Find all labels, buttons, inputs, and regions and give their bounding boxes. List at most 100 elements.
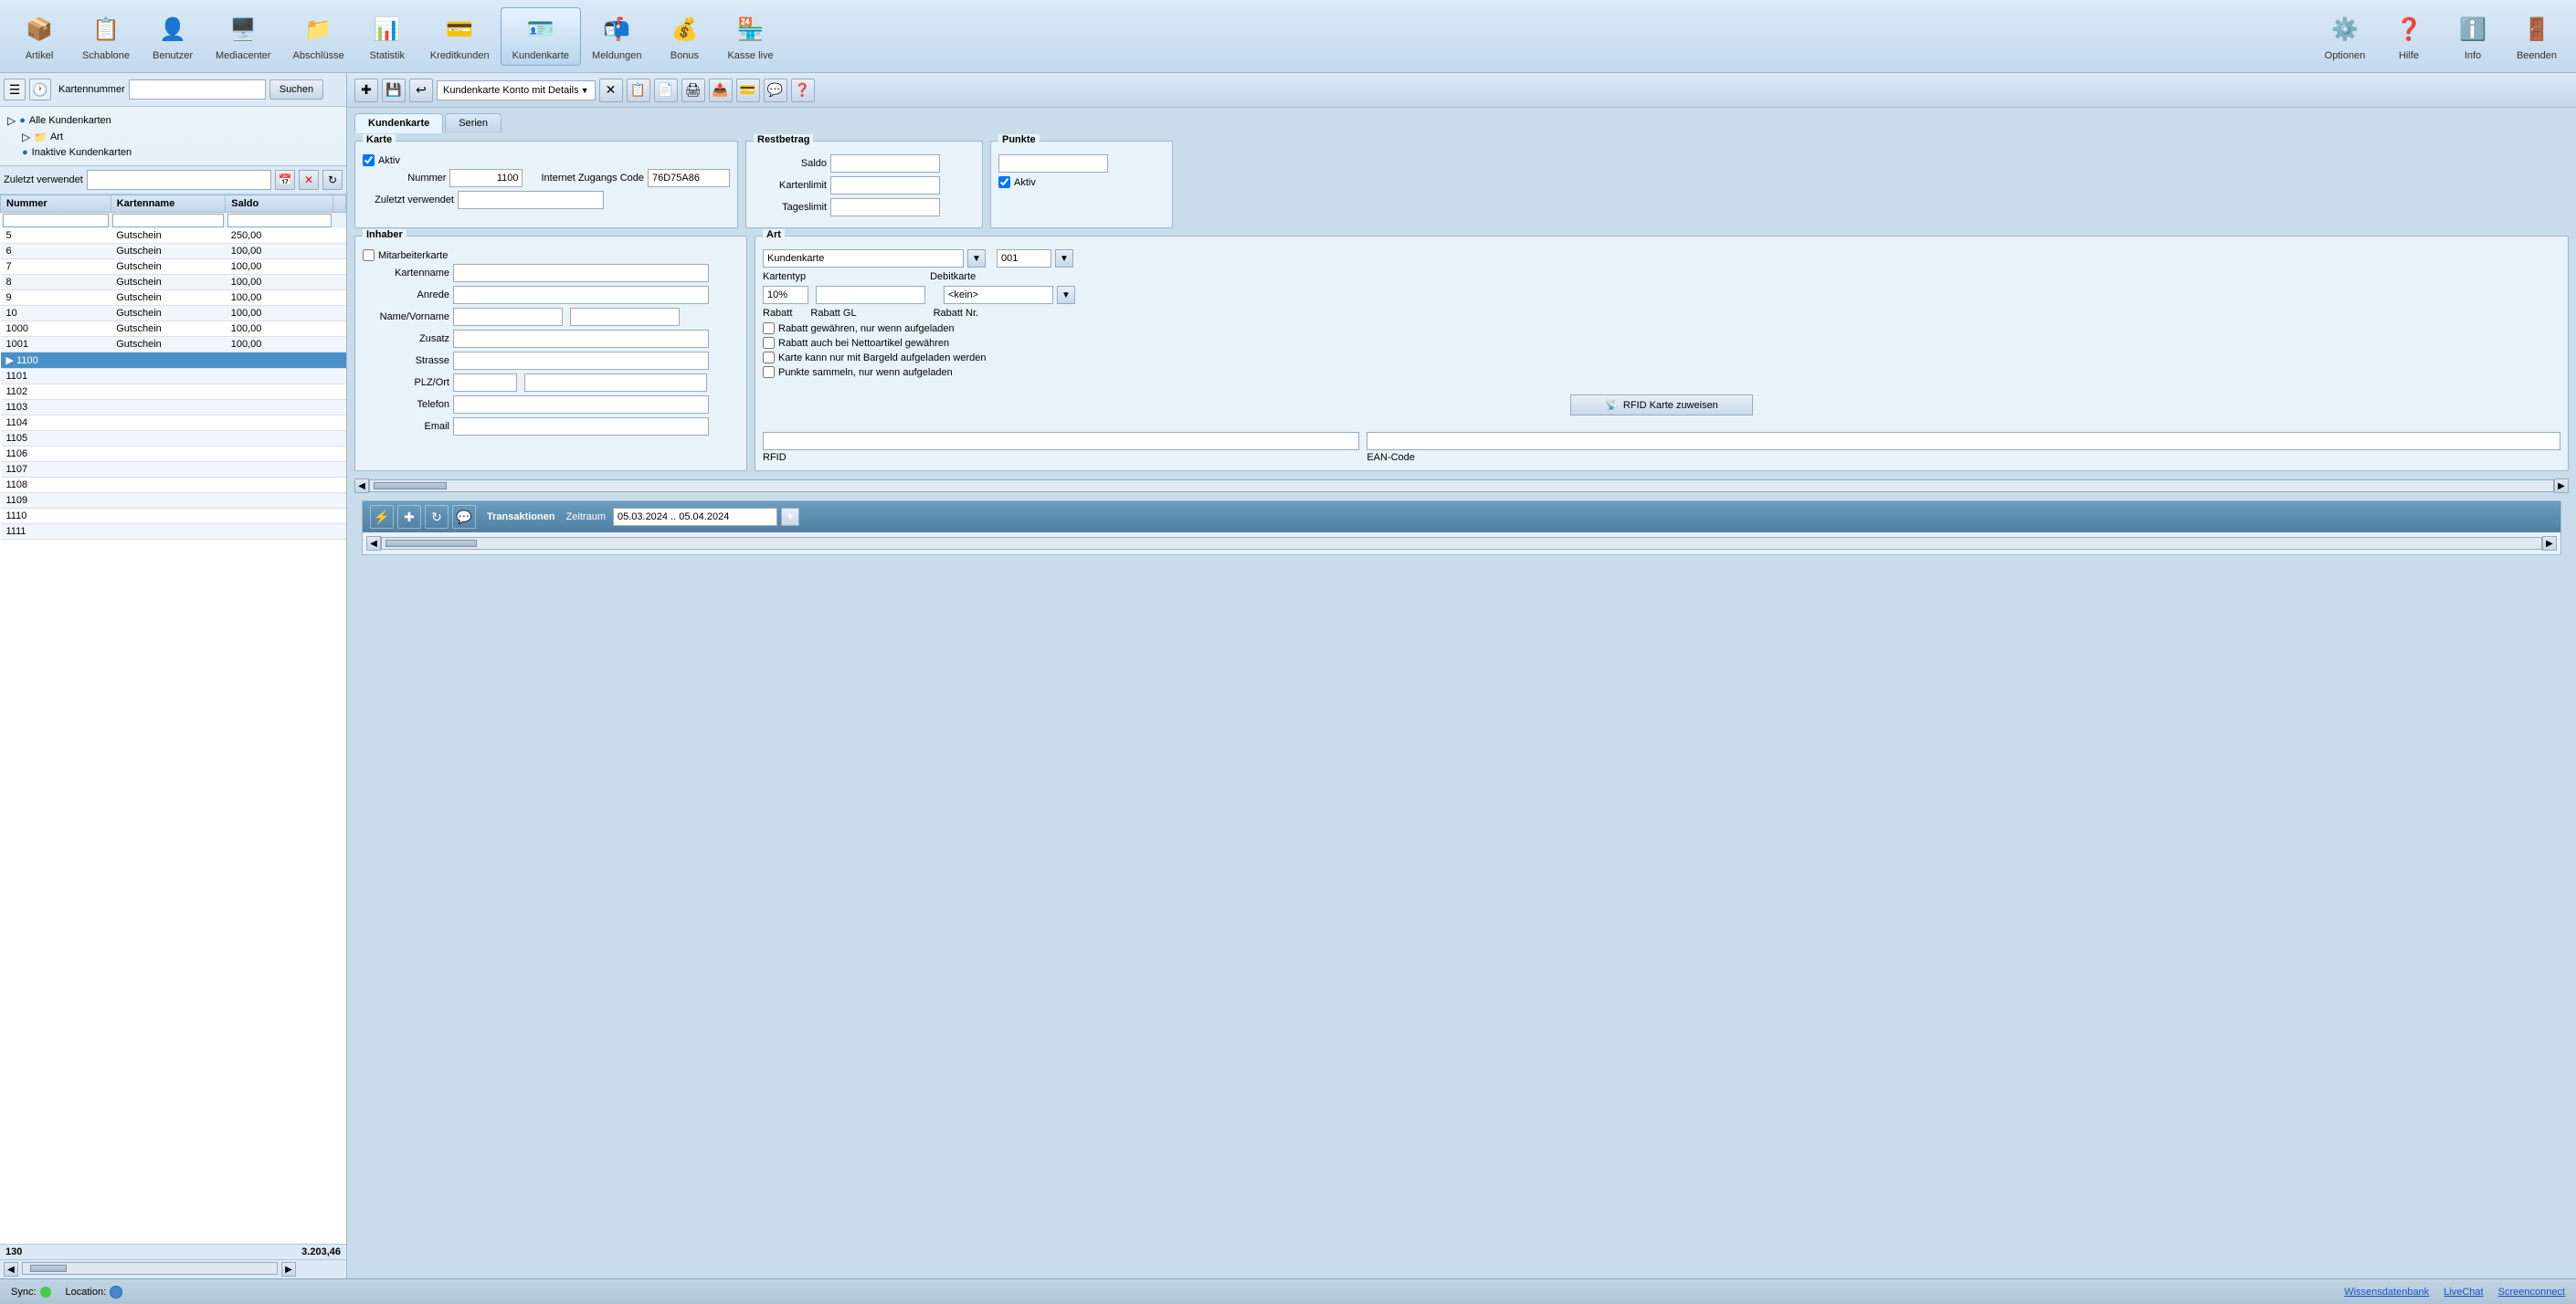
toolbar2-btn-help[interactable]: ❓ [791,79,815,102]
cb2-checkbox[interactable] [763,337,775,349]
toolbar2-btn-card[interactable]: 💳 [736,79,760,102]
table-row[interactable]: 1101 [1,369,346,384]
toolbar2-btn-x[interactable]: ✕ [599,79,623,102]
punkte-input[interactable] [998,154,1108,173]
cb1-checkbox[interactable] [763,322,775,334]
trans-scroll-right[interactable]: ▶ [2542,536,2557,551]
trans-add-button[interactable]: ✚ [397,505,421,529]
table-row[interactable]: 1105 [1,431,346,447]
anrede-input[interactable] [453,286,709,304]
internet-code-input[interactable] [648,169,730,187]
screenconnect-link[interactable]: Screenconnect [2498,1287,2565,1298]
toolbar-bonus[interactable]: 💰 Bonus [652,8,716,65]
plz-input[interactable] [453,373,517,392]
telefon-input[interactable] [453,395,709,414]
vorname-input[interactable] [570,308,680,326]
kundenkarte-dropdown[interactable]: ▼ [967,249,986,268]
table-row[interactable]: 1106 [1,447,346,462]
punkte-aktiv-checkbox[interactable] [998,176,1010,188]
tageslimit-input[interactable] [830,198,940,216]
list-view-button[interactable]: ☰ [4,79,26,100]
toolbar-meldungen[interactable]: 📬 Meldungen [581,8,652,65]
search-input[interactable] [129,79,266,100]
cb1-label[interactable]: Rabatt gewähren, nur wenn aufgeladen [778,323,955,334]
name-input[interactable] [453,308,563,326]
toolbar-kundenkarte[interactable]: 🪪 Kundenkarte [501,7,581,66]
punkte-aktiv-label[interactable]: Aktiv [1014,177,1036,188]
cb2-label[interactable]: Rabatt auch bei Nettoartikel gewähren [778,338,949,349]
kartenlimit-input[interactable] [830,176,940,195]
cb4-checkbox[interactable] [763,366,775,378]
trans-filter-button[interactable]: ⚡ [370,505,394,529]
toolbar-beenden[interactable]: 🚪 Beenden [2505,8,2569,65]
table-row[interactable]: 9Gutschein100,00 [1,290,346,306]
cb3-label[interactable]: Karte kann nur mit Bargeld aufgeladen we… [778,352,986,363]
zeitraum-input[interactable] [613,508,777,526]
karte-aktiv-checkbox[interactable] [363,154,375,166]
mitarbeiterkarte-label[interactable]: Mitarbeiterkarte [378,250,448,261]
zuletzt-input[interactable] [458,191,604,209]
table-row[interactable]: ▶ 1100 [1,352,346,369]
filter-nummer-input[interactable] [3,214,110,227]
table-row[interactable]: 1001Gutschein100,00 [1,337,346,352]
toolbar2-btn-copy[interactable]: 📋 [627,79,650,102]
table-row[interactable]: 1110 [1,509,346,524]
toolbar-kasse-live[interactable]: 🏪 Kasse live [716,8,784,65]
toolbar-statistik[interactable]: 📊 Statistik [355,8,419,65]
toolbar2-btn-export[interactable]: 📤 [709,79,733,102]
saldo-input[interactable] [830,154,940,173]
search-button[interactable]: Suchen [269,79,323,100]
toolbar-mediacenter[interactable]: 🖥️ Mediacenter [205,8,282,65]
filter-kartenname-input[interactable] [112,214,224,227]
cb4-label[interactable]: Punkte sammeln, nur wenn aufgeladen [778,367,953,378]
search-history-button[interactable]: 🕐 [29,79,51,100]
toolbar-artikel[interactable]: 📦 Artikel [7,8,71,65]
rfid-button[interactable]: 📡 RFID Karte zuweisen [1570,394,1753,415]
filter-saldo-input[interactable] [227,214,332,227]
trans-bubble-button[interactable]: 💬 [452,505,476,529]
table-row[interactable]: 1109 [1,493,346,509]
strasse-input[interactable] [453,352,709,370]
table-row[interactable]: 1104 [1,415,346,431]
table-row[interactable]: 7Gutschein100,00 [1,259,346,275]
tab-serien[interactable]: Serien [445,113,501,133]
trans-refresh-button[interactable]: ↻ [425,505,449,529]
filter-calendar-button[interactable]: 📅 [275,170,295,190]
table-row[interactable]: 1103 [1,400,346,415]
save-button[interactable]: 💾 [382,79,406,102]
scroll-left-button[interactable]: ◀ [4,1262,18,1277]
toolbar-abschlusse[interactable]: 📁 Abschlüsse [282,8,355,65]
tab-kundenkarte[interactable]: Kundenkarte [354,113,443,133]
livechat-link[interactable]: LiveChat [2444,1287,2483,1298]
mitarbeiterkarte-checkbox[interactable] [363,249,375,261]
toolbar-schablone[interactable]: 📋 Schablone [71,8,141,65]
scroll-h-right[interactable]: ▶ [2554,478,2569,493]
cb3-checkbox[interactable] [763,352,775,363]
kundenkarte-code-input[interactable] [997,249,1051,268]
kundenkarte-code-dropdown[interactable]: ▼ [1055,249,1073,268]
toolbar2-btn-doc[interactable]: 📄 [654,79,678,102]
zusatz-input[interactable] [453,330,709,348]
trans-scroll-left[interactable]: ◀ [366,536,381,551]
table-row[interactable]: 8Gutschein100,00 [1,275,346,290]
filter-input[interactable] [87,170,271,190]
add-button[interactable]: ✚ [354,79,378,102]
toolbar2-btn-print[interactable]: 🖨 [681,79,705,102]
kartenname-input[interactable] [453,264,709,282]
scroll-h-left[interactable]: ◀ [354,478,369,493]
nummer-input[interactable] [449,169,523,187]
tree-all-kundenkarten[interactable]: ▷ ● Alle Kundenkarten [7,112,339,129]
col-saldo[interactable]: Saldo [226,195,333,213]
scroll-right-button[interactable]: ▶ [281,1262,296,1277]
table-row[interactable]: 1111 [1,524,346,540]
tree-art[interactable]: ▷ 📁 Art [7,129,339,145]
table-row[interactable]: 1107 [1,462,346,478]
col-kartenname[interactable]: Kartenname [111,195,226,213]
wissensdatenbank-link[interactable]: Wissensdatenbank [2344,1287,2429,1298]
debitkarte-input[interactable] [944,286,1053,304]
table-row[interactable]: 1108 [1,478,346,493]
toolbar-kreditkunden[interactable]: 💳 Kreditkunden [419,8,501,65]
email-input[interactable] [453,417,709,436]
undo-button[interactable]: ↩ [409,79,433,102]
toolbar-benutzer[interactable]: 👤 Benutzer [141,8,205,65]
